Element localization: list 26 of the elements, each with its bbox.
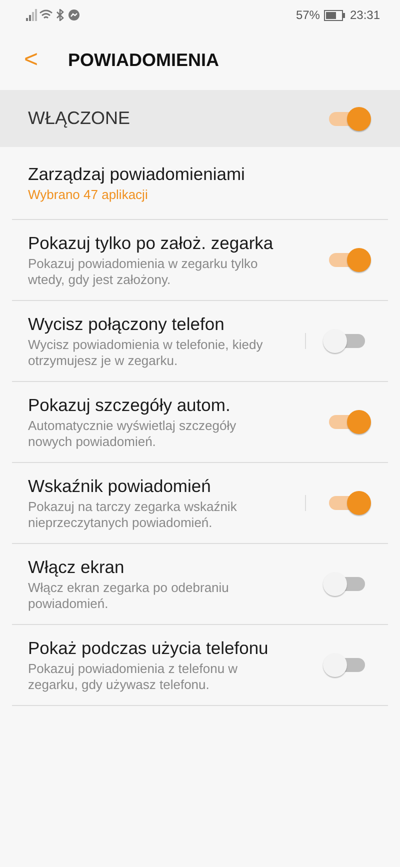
setting-row[interactable]: Pokazuj szczegóły autom. Automatycznie wyświetlaj szczegóły nowych powiadomień. bbox=[12, 382, 388, 463]
page-title: POWIADOMIENIA bbox=[68, 50, 220, 70]
setting-row[interactable]: Wskaźnik powiadomień Pokazuj na tarczy zegarka wskaźnik nieprzeczytanych powiadomień. bbox=[12, 463, 388, 544]
setting-label: WŁĄCZONE bbox=[28, 108, 132, 129]
setting-title: Włącz ekran bbox=[28, 556, 126, 578]
setting-description: Pokazuj powiadomienia z telefonu w zegarku, gdy używasz telefonu. bbox=[28, 660, 239, 692]
setting-description: Pokazuj na tarczy zegarka wskaźnik nieprzeczytanych powiadomień. bbox=[28, 498, 238, 530]
setting-title: Pokazuj tylko po założ. zegarka bbox=[28, 232, 274, 254]
setting-description: Włącz ekran zegarka po odebraniu powiadomień. bbox=[28, 580, 230, 612]
battery-icon bbox=[324, 10, 346, 20]
setting-description: Automatycznie wyświetlaj szczegóły nowych powiadomień. bbox=[28, 418, 238, 450]
setting-description: Wybrano 47 aplikacji bbox=[28, 186, 149, 202]
setting-title: Zarządzaj powiadomieniami bbox=[28, 164, 246, 184]
setting-row[interactable]: Włącz ekran Włącz ekran zegarka po odebraniu powiadomień. bbox=[12, 544, 388, 625]
setting-row[interactable]: Wycisz połączony telefon Wycisz powiadomienia w telefonie, kiedy otrzymujesz je w zegarku. bbox=[12, 301, 388, 382]
setting-title: Pokazuj szczegóły autom. bbox=[28, 394, 232, 416]
setting-title: Pokaż podczas użycia telefonu bbox=[28, 638, 270, 658]
setting-description: Wycisz powiadomienia w telefonie, kiedy otrzymujesz je w zegarku. bbox=[28, 336, 264, 368]
setting-title: Wskaźnik powiadomień bbox=[28, 476, 212, 496]
setting-row[interactable]: Pokazuj tylko po założ. zegarka Pokazuj powiadomienia w zegarku tylko wtedy, gdy jest założony. bbox=[12, 220, 388, 301]
setting-description: Pokazuj powiadomienia w zegarku tylko wtedy, gdy jest założony. bbox=[28, 256, 259, 288]
clock: 23:31 bbox=[350, 8, 380, 22]
setting-title: Wycisz połączony telefon bbox=[28, 314, 226, 334]
setting-row[interactable]: Pokaż podczas użycia telefonu Pokazuj powiadomienia z telefonu w zegarku, gdy używasz telefonu. bbox=[12, 625, 388, 706]
battery-percent: 57% bbox=[296, 8, 320, 22]
setting-row[interactable]: Zarządzaj powiadomieniami Wybrano 47 aplikacji bbox=[12, 147, 388, 220]
